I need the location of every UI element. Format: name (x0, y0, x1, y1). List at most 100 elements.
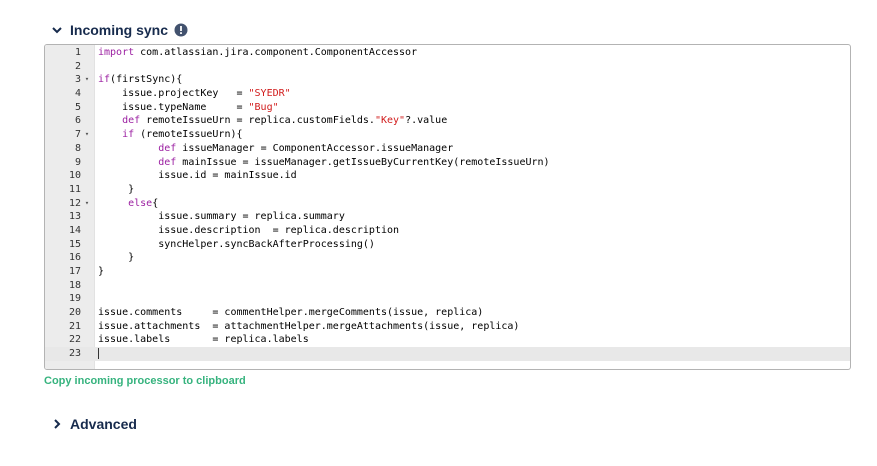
code-line[interactable]: 11 } (45, 183, 850, 197)
code-line[interactable]: 14 issue.description = replica.descripti… (45, 224, 850, 238)
fold-arrow-icon[interactable]: ▾ (82, 128, 92, 142)
chevron-down-icon[interactable] (50, 23, 64, 37)
line-number: 18 (68, 279, 81, 291)
code-text: if(firstSync){ (98, 73, 182, 87)
code-line[interactable]: 12 ▾ else{ (45, 197, 850, 211)
code-token: issue.labels = replica.labels (98, 334, 309, 346)
code-line[interactable]: 16 } (45, 251, 850, 265)
code-line[interactable]: 6 def remoteIssueUrn = replica.customFie… (45, 114, 850, 128)
line-number: 5 (74, 101, 81, 113)
code-string: "Key" (374, 115, 406, 127)
line-number: 13 (68, 211, 81, 223)
code-line[interactable]: 23 (45, 347, 850, 361)
code-token: com.atlassian.jira.component.ComponentAc… (134, 47, 418, 58)
code-line[interactable]: 20 issue.comments = commentHelper.mergeCo… (45, 306, 850, 320)
code-token: { (152, 197, 159, 209)
code-text: issue.attachments = attachmentHelper.mer… (98, 320, 519, 334)
fold-arrow-icon[interactable]: ▾ (82, 197, 92, 211)
line-number: 20 (68, 307, 81, 319)
code-text: } (98, 251, 134, 265)
line-number: 14 (68, 224, 81, 236)
code-token: mainIssue = issueManager.getIssueByCurre… (176, 156, 550, 168)
code-editor[interactable]: 1 import com.atlassian.jira.component.Com… (44, 44, 851, 370)
line-number: 15 (68, 238, 81, 250)
line-number: 19 (68, 293, 81, 305)
line-number: 1 (74, 47, 81, 58)
code-token: issue.comments = commentHelper.mergeComm… (98, 307, 484, 319)
code-token: } (98, 266, 105, 277)
code-token: } (98, 183, 135, 195)
code-token: (remoteIssueUrn){ (134, 129, 243, 141)
advanced-header[interactable]: Advanced (50, 416, 137, 432)
line-number: 21 (68, 320, 81, 332)
text-cursor (98, 347, 99, 359)
code-text: def remoteIssueUrn = replica.customField… (98, 114, 447, 128)
code-text: if (remoteIssueUrn){ (98, 128, 243, 142)
line-number: 7 (74, 129, 81, 141)
code-text: issue.projectKey = "SYEDR" (98, 87, 291, 101)
code-token: issue.projectKey = (98, 88, 249, 100)
code-text: def issueManager = ComponentAccessor.iss… (98, 142, 453, 156)
code-text (98, 347, 99, 361)
code-keyword: if (122, 129, 135, 141)
code-token: syncHelper.syncBackAfterProcessing() (98, 238, 375, 250)
code-line[interactable]: 7 ▾ if (remoteIssueUrn){ (45, 128, 850, 142)
code-line[interactable]: 10 issue.id = mainIssue.id (45, 169, 850, 183)
code-line[interactable]: 18 (45, 279, 850, 293)
code-token: issue.id = mainIssue.id (98, 170, 297, 182)
code-line[interactable]: 2 (45, 60, 850, 74)
code-text: import com.atlassian.jira.component.Comp… (98, 46, 417, 60)
line-number: 12 (68, 197, 81, 209)
fold-arrow-icon[interactable]: ▾ (82, 73, 92, 87)
line-number: 3 (74, 74, 81, 86)
code-text: issue.summary = replica.summary (98, 210, 345, 224)
code-line[interactable]: 8 def issueManager = ComponentAccessor.i… (45, 142, 850, 156)
code-text: issue.labels = replica.labels (98, 333, 309, 347)
code-token: remoteIssueUrn = replica.customFields. (140, 115, 375, 127)
code-text: else{ (98, 197, 158, 211)
code-line[interactable]: 17} (45, 265, 850, 279)
code-keyword: def (158, 142, 177, 154)
code-line[interactable]: 3 ▾ if(firstSync){ (45, 73, 850, 87)
code-line[interactable]: 19 (45, 292, 850, 306)
code-line[interactable]: 1 import com.atlassian.jira.component.Com… (45, 46, 850, 60)
code-line[interactable]: 22 issue.labels = replica.labels (45, 333, 850, 347)
code-token: ?.value (405, 115, 448, 127)
code-token: issueManager = ComponentAccessor.issueMa… (176, 142, 454, 154)
code-keyword: def (122, 115, 141, 127)
code-line[interactable]: 21 issue.attachments = attachmentHelper.m… (45, 320, 850, 334)
code-line[interactable]: 4 issue.projectKey = "SYEDR" (45, 87, 850, 101)
code-line[interactable]: 5 issue.typeName = "Bug" (45, 101, 850, 115)
exclamation-circle-icon[interactable] (174, 23, 188, 37)
code-token: issue.summary = replica.summary (98, 211, 345, 223)
code-text: issue.id = mainIssue.id (98, 169, 297, 183)
code-string: "SYEDR" (248, 88, 291, 100)
code-token: issue.description = replica.description (98, 224, 400, 236)
incoming-sync-header[interactable]: Incoming sync (50, 22, 188, 38)
code-keyword: else (128, 197, 153, 209)
code-token: } (98, 252, 135, 264)
chevron-right-icon[interactable] (50, 417, 64, 431)
code-token: issue.attachments = attachmentHelper.mer… (98, 320, 520, 332)
code-line[interactable]: 13 issue.summary = replica.summary (45, 210, 850, 224)
line-number: 8 (74, 142, 81, 154)
line-number: 23 (68, 348, 81, 360)
line-number: 11 (68, 183, 81, 195)
code-line[interactable]: 9 def mainIssue = issueManager.getIssueB… (45, 156, 850, 170)
code-token: issue.typeName = (98, 101, 249, 113)
code-text: issue.typeName = "Bug" (98, 101, 279, 115)
advanced-title: Advanced (70, 416, 137, 432)
line-number: 17 (68, 266, 81, 277)
code-line[interactable]: 15 syncHelper.syncBackAfterProcessing() (45, 238, 850, 252)
code-token: (firstSync){ (110, 74, 183, 86)
line-number: 9 (74, 156, 81, 168)
copy-to-clipboard-link[interactable]: Copy incoming processor to clipboard (44, 375, 246, 387)
line-number: 6 (74, 115, 81, 127)
code-text: } (98, 183, 134, 197)
code-text: syncHelper.syncBackAfterProcessing() (98, 238, 375, 252)
line-number: 10 (68, 170, 81, 182)
